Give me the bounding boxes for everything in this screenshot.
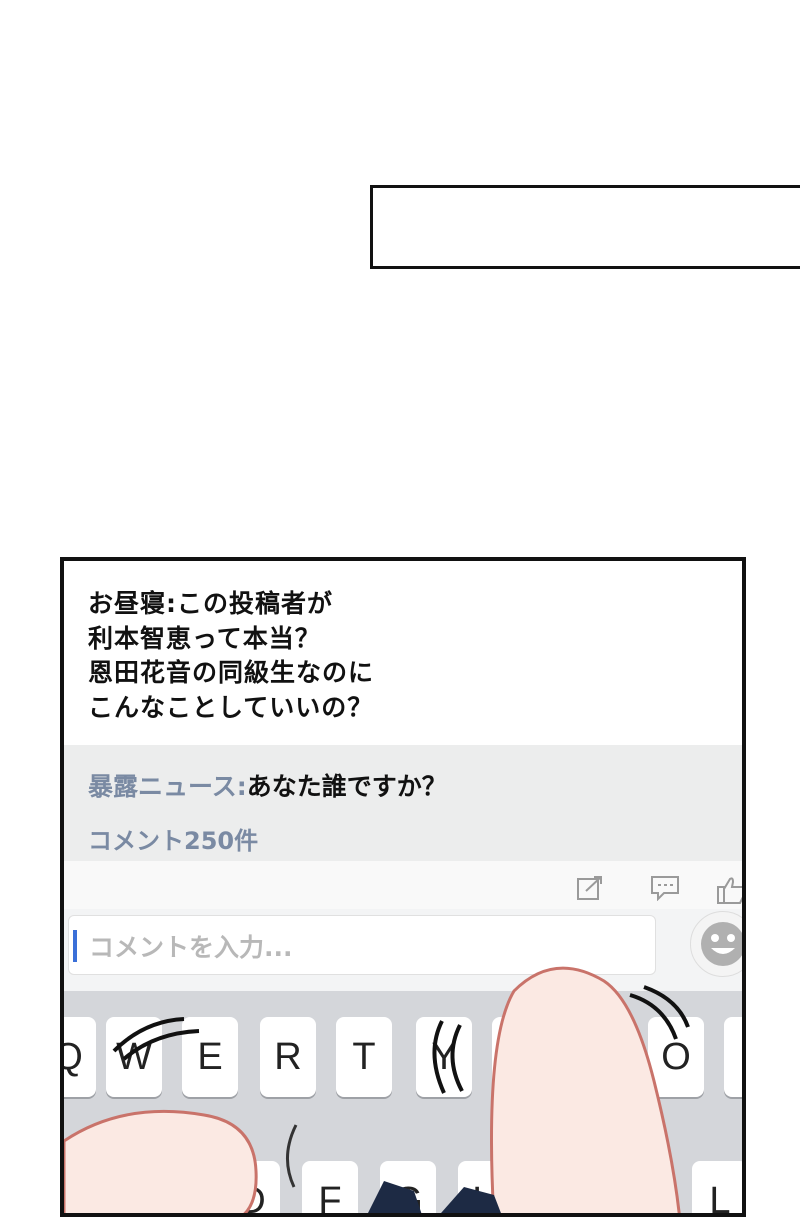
- text-caret: [73, 930, 77, 962]
- post-line-2: 利本智恵って本当？: [88, 623, 321, 653]
- comment-input-placeholder: コメントを入力...: [89, 933, 293, 962]
- comment-text: あなた誰ですか？: [246, 772, 447, 801]
- phone-screen: お昼寝:この投稿者が 利本智恵って本当？ 恩田花音の同級生なのに こんなことして…: [60, 557, 746, 1217]
- motion-lines-center: [432, 1020, 464, 1094]
- post-body: お昼寝:この投稿者が 利本智恵って本当？ 恩田花音の同級生なのに こんなことして…: [64, 561, 742, 745]
- motion-lines-lower: [285, 1124, 298, 1188]
- sound-effect-shape: [368, 1181, 501, 1213]
- right-finger-illustration: [490, 966, 681, 1213]
- comment-item: 暴露ニュース:あなた誰ですか？: [88, 767, 447, 803]
- motion-lines-left: [112, 1017, 200, 1061]
- like-icon[interactable]: [716, 875, 742, 904]
- post-line-4: こんなことしていいの？: [88, 692, 374, 722]
- post-line-1: お昼寝:この投稿者が: [88, 589, 333, 618]
- comment-count-link[interactable]: コメント250件: [88, 821, 258, 856]
- speech-box: [370, 185, 800, 269]
- action-bar: [64, 861, 742, 915]
- motion-lines-right: [629, 985, 690, 1040]
- comment-section: 暴露ニュース:あなた誰ですか？ コメント250件: [64, 745, 742, 861]
- comment-icon[interactable]: [650, 875, 679, 902]
- post-line-3: 恩田花音の同級生なのに: [88, 658, 375, 687]
- edit-icon[interactable]: [576, 875, 604, 901]
- comment-author[interactable]: 暴露ニュース:: [88, 772, 247, 801]
